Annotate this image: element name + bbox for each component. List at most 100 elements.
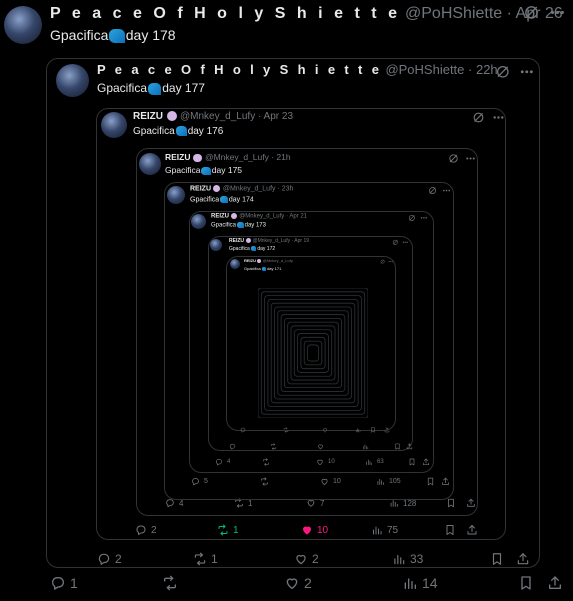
reply-button[interactable]: 2 xyxy=(135,524,157,536)
timestamp[interactable]: 21h xyxy=(276,152,290,162)
reply-button[interactable] xyxy=(240,427,250,433)
grok-icon[interactable] xyxy=(448,153,459,164)
more-icon[interactable] xyxy=(492,111,505,124)
retweet-button[interactable]: 1 xyxy=(217,524,239,536)
views-icon xyxy=(376,477,385,486)
timestamp[interactable]: Apr 21 xyxy=(289,214,307,220)
display-name[interactable]: REIZU xyxy=(190,185,211,192)
display-name[interactable]: REIZU xyxy=(133,111,163,122)
grok-icon[interactable] xyxy=(428,186,437,195)
bookmark-button[interactable] xyxy=(408,458,416,466)
reply-button[interactable]: 5 xyxy=(191,477,208,486)
share-button[interactable] xyxy=(547,575,563,591)
avatar[interactable] xyxy=(167,186,185,204)
bookmark-button[interactable] xyxy=(444,524,456,536)
more-icon[interactable] xyxy=(402,239,409,246)
handle[interactable]: @Mnkey_d_Lufy xyxy=(263,258,293,263)
retweet-button[interactable] xyxy=(270,442,281,450)
bookmark-button[interactable] xyxy=(518,575,534,591)
avatar[interactable] xyxy=(101,112,127,138)
reply-button[interactable] xyxy=(229,443,240,450)
bookmark-icon xyxy=(444,524,456,536)
retweet-button[interactable] xyxy=(260,476,273,486)
avatar[interactable] xyxy=(191,214,206,229)
grok-icon[interactable] xyxy=(380,259,385,264)
like-button[interactable]: 2 xyxy=(294,552,319,566)
display-name[interactable]: REIZU xyxy=(165,152,191,162)
retweet-button[interactable] xyxy=(162,575,182,591)
avatar[interactable] xyxy=(139,153,161,175)
like-button[interactable]: 10 xyxy=(301,524,328,536)
verified-icon xyxy=(213,185,221,192)
views-button[interactable] xyxy=(362,443,373,450)
share-button[interactable] xyxy=(466,498,476,508)
handle[interactable]: @Mnkey_d_Lufy xyxy=(205,152,269,162)
reply-button[interactable]: 1 xyxy=(50,575,78,591)
views-button[interactable]: 105 xyxy=(376,477,401,486)
timestamp[interactable]: Apr 23 xyxy=(264,111,293,122)
bookmark-button[interactable] xyxy=(490,552,504,566)
more-icon[interactable] xyxy=(388,259,393,264)
reply-button[interactable]: 2 xyxy=(97,552,122,566)
display-name[interactable]: P e a c e O f H o l y S h i e t t e xyxy=(50,5,401,22)
share-button[interactable] xyxy=(516,552,530,566)
timestamp[interactable]: 23h xyxy=(282,185,294,192)
like-button[interactable]: 2 xyxy=(284,575,312,591)
bookmark-icon xyxy=(446,498,456,508)
wave-emoji-icon xyxy=(148,82,162,95)
handle[interactable]: @Mnkey_d_Lufy xyxy=(253,238,291,244)
timestamp[interactable]: Apr 19 xyxy=(294,238,309,244)
grok-icon[interactable] xyxy=(523,4,540,21)
more-icon[interactable] xyxy=(465,153,476,164)
share-button[interactable] xyxy=(406,443,413,450)
share-button[interactable] xyxy=(441,477,450,486)
share-button[interactable] xyxy=(384,427,390,433)
like-button[interactable] xyxy=(317,443,328,450)
share-icon xyxy=(384,427,390,433)
handle[interactable]: @Mnkey_d_Lufy xyxy=(223,185,276,192)
display-name[interactable]: REIZU xyxy=(229,238,244,244)
views-button[interactable]: 14 xyxy=(402,575,438,591)
grok-icon[interactable] xyxy=(408,214,416,222)
avatar[interactable] xyxy=(56,64,89,97)
views-button[interactable]: 33 xyxy=(392,552,423,566)
handle[interactable]: @PoHShiette xyxy=(405,5,502,22)
like-button[interactable] xyxy=(322,427,332,433)
views-icon xyxy=(365,458,373,466)
bookmark-button[interactable] xyxy=(370,427,376,433)
more-icon[interactable] xyxy=(519,64,535,80)
like-button[interactable]: 10 xyxy=(316,458,335,466)
handle[interactable]: @PoHShiette xyxy=(385,62,464,77)
avatar[interactable] xyxy=(210,239,222,251)
display-name[interactable]: REIZU xyxy=(244,258,256,263)
views-button[interactable]: 75 xyxy=(371,524,398,536)
grok-icon[interactable] xyxy=(472,111,485,124)
grok-icon[interactable] xyxy=(392,239,399,246)
more-icon[interactable] xyxy=(549,4,566,21)
retweet-icon xyxy=(262,458,270,466)
handle[interactable]: @Mnkey_d_Lufy xyxy=(239,214,284,220)
heart-icon xyxy=(322,427,328,433)
retweet-button[interactable] xyxy=(283,427,293,433)
views-button[interactable] xyxy=(355,427,365,433)
grok-icon[interactable] xyxy=(495,64,511,80)
bookmark-button[interactable] xyxy=(446,498,456,508)
like-button[interactable]: 10 xyxy=(320,477,341,486)
bookmark-button[interactable] xyxy=(394,443,401,450)
reply-button[interactable]: 4 xyxy=(215,458,230,466)
views-icon xyxy=(371,524,383,536)
tweet-text: Gpacifica day 176 xyxy=(133,126,223,137)
more-icon[interactable] xyxy=(442,186,451,195)
retweet-button[interactable] xyxy=(262,458,274,466)
avatar[interactable] xyxy=(4,6,42,44)
share-button[interactable] xyxy=(466,524,478,536)
retweet-button[interactable]: 1 xyxy=(193,552,218,566)
share-button[interactable] xyxy=(422,458,430,466)
views-button[interactable]: 63 xyxy=(365,458,384,466)
avatar[interactable] xyxy=(230,259,240,269)
display-name[interactable]: REIZU xyxy=(211,214,229,220)
display-name[interactable]: P e a c e O f H o l y S h i e t t e xyxy=(97,62,382,77)
handle[interactable]: @Mnkey_d_Lufy xyxy=(180,111,255,122)
more-icon[interactable] xyxy=(420,214,428,222)
bookmark-button[interactable] xyxy=(426,477,435,486)
